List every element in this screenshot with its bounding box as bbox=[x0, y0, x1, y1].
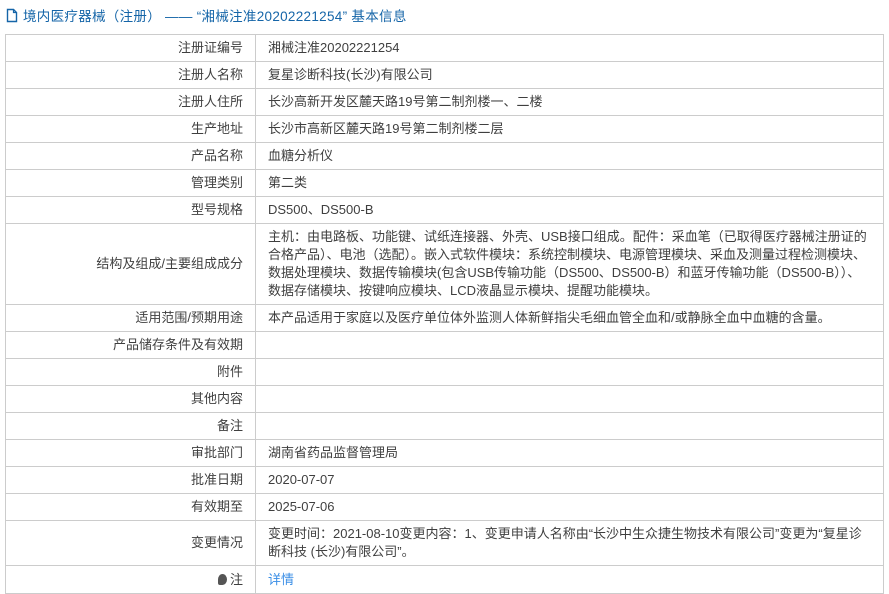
row-value bbox=[256, 386, 883, 412]
row-label: 审批部门 bbox=[6, 440, 256, 466]
row-label: 生产地址 bbox=[6, 116, 256, 142]
row-value: 血糖分析仪 bbox=[268, 148, 334, 163]
table-row: 适用范围/预期用途 本产品适用于家庭以及医疗单位体外监测人体新鲜指尖毛细血管全血… bbox=[6, 305, 883, 332]
table-row: 型号规格 DS500、DS500-B bbox=[6, 197, 883, 224]
row-label: 注册人名称 bbox=[6, 62, 256, 88]
row-label: 批准日期 bbox=[6, 467, 256, 493]
table-row: 产品储存条件及有效期 bbox=[6, 332, 883, 359]
note-label: 注 bbox=[229, 571, 243, 587]
row-value: 变更时间：2021-08-10变更内容：1、变更申请人名称由“长沙中生众捷生物技… bbox=[268, 526, 862, 559]
table-row: 管理类别 第二类 bbox=[6, 170, 883, 197]
row-label: 其他内容 bbox=[6, 386, 256, 412]
row-value: 复星诊断科技(长沙)有限公司 bbox=[268, 67, 433, 82]
row-value: 长沙高新开发区麓天路19号第二制剂楼一、二楼 bbox=[268, 94, 543, 109]
row-label: 变更情况 bbox=[6, 521, 256, 565]
row-label: 注册证编号 bbox=[6, 35, 256, 61]
row-value: 长沙市高新区麓天路19号第二制剂楼二层 bbox=[268, 121, 504, 136]
row-value bbox=[256, 332, 883, 358]
table-row: 产品名称 血糖分析仪 bbox=[6, 143, 883, 170]
table-row: 审批部门 湖南省药品监督管理局 bbox=[6, 440, 883, 467]
row-label: 有效期至 bbox=[6, 494, 256, 520]
page-title: 境内医疗器械（注册） —— “湘械注准20202221254” 基本信息 bbox=[23, 9, 407, 24]
row-value: 第二类 bbox=[268, 175, 308, 190]
row-value: 湖南省药品监督管理局 bbox=[268, 445, 399, 460]
row-value bbox=[256, 413, 883, 439]
row-value: 2020-07-07 bbox=[268, 472, 335, 487]
table-row: 变更情况 变更时间：2021-08-10变更内容：1、变更申请人名称由“长沙中生… bbox=[6, 521, 883, 566]
row-label: 型号规格 bbox=[6, 197, 256, 223]
table-row: 备注 bbox=[6, 413, 883, 440]
row-label: 管理类别 bbox=[6, 170, 256, 196]
row-label: 注册人住所 bbox=[6, 89, 256, 115]
row-label: 结构及组成/主要组成成分 bbox=[6, 224, 256, 304]
row-label: 附件 bbox=[6, 359, 256, 385]
table-row: 注册人住所 长沙高新开发区麓天路19号第二制剂楼一、二楼 bbox=[6, 89, 883, 116]
table-row: 注册证编号 湘械注准20202221254 bbox=[6, 35, 883, 62]
table-row: 附件 bbox=[6, 359, 883, 386]
row-label: 注 bbox=[6, 566, 256, 593]
row-value: 本产品适用于家庭以及医疗单位体外监测人体新鲜指尖毛细血管全血和/或静脉全血中血糖… bbox=[268, 310, 831, 325]
table-row: 有效期至 2025-07-06 bbox=[6, 494, 883, 521]
row-value: 2025-07-06 bbox=[268, 499, 335, 514]
row-value: 湘械注准20202221254 bbox=[268, 40, 400, 55]
page-header: 境内医疗器械（注册） —— “湘械注准20202221254” 基本信息 bbox=[0, 0, 889, 34]
row-value: 详情 bbox=[256, 566, 883, 593]
row-label: 产品名称 bbox=[6, 143, 256, 169]
table-row: 结构及组成/主要组成成分 主机：由电路板、功能键、试纸连接器、外壳、USB接口组… bbox=[6, 224, 883, 305]
details-link[interactable]: 详情 bbox=[268, 571, 294, 589]
table-row: 批准日期 2020-07-07 bbox=[6, 467, 883, 494]
row-label: 适用范围/预期用途 bbox=[6, 305, 256, 331]
row-label: 备注 bbox=[6, 413, 256, 439]
table-row: 其他内容 bbox=[6, 386, 883, 413]
table-row: 注册人名称 复星诊断科技(长沙)有限公司 bbox=[6, 62, 883, 89]
row-value: DS500、DS500-B bbox=[268, 202, 374, 217]
table-row: 生产地址 长沙市高新区麓天路19号第二制剂楼二层 bbox=[6, 116, 883, 143]
table-row-note: 注 详情 bbox=[6, 566, 883, 593]
document-icon bbox=[6, 8, 18, 23]
row-value bbox=[256, 359, 883, 385]
registration-info-table: 注册证编号 湘械注准20202221254 注册人名称 复星诊断科技(长沙)有限… bbox=[5, 34, 884, 594]
note-icon bbox=[217, 574, 227, 585]
row-value: 主机：由电路板、功能键、试纸连接器、外壳、USB接口组成。配件：采血笔（已取得医… bbox=[268, 229, 867, 298]
row-label: 产品储存条件及有效期 bbox=[6, 332, 256, 358]
